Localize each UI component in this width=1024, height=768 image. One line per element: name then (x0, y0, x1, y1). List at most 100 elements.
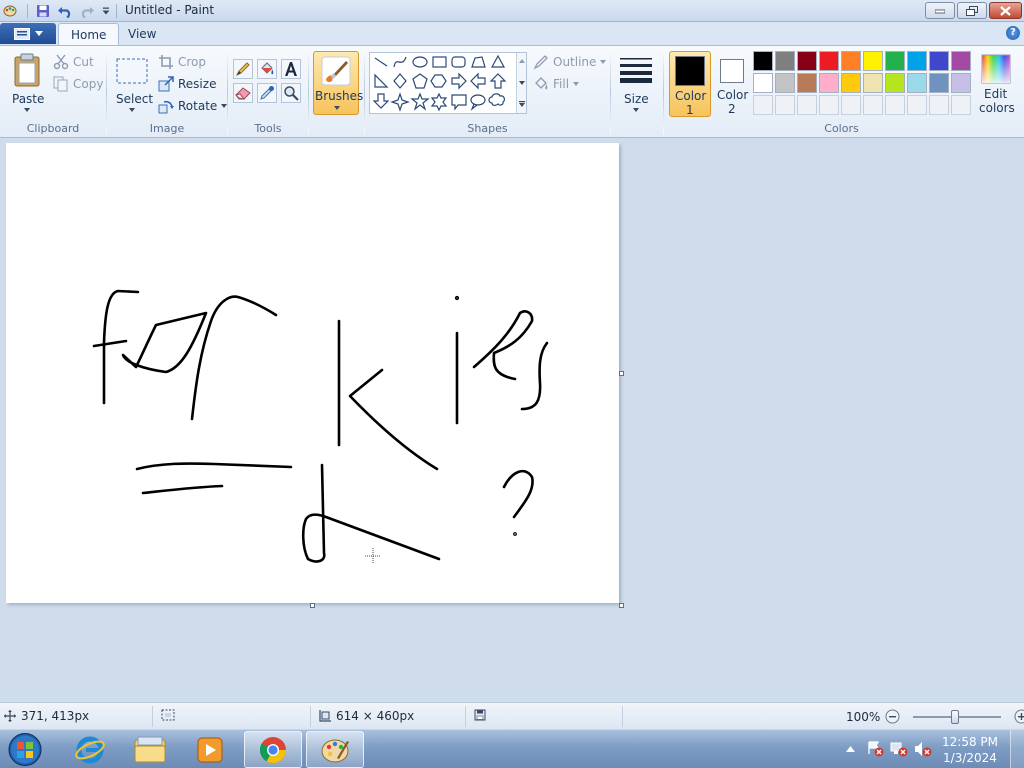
zoom-in-icon[interactable] (1014, 709, 1024, 724)
cloud-callout-shape[interactable] (488, 93, 506, 106)
custom-color-slot[interactable] (775, 95, 795, 115)
zoom-slider[interactable] (913, 709, 1002, 724)
curve-shape[interactable] (393, 56, 407, 68)
redo-icon[interactable] (79, 3, 95, 19)
up-arrow-shape[interactable] (489, 73, 507, 89)
tab-home[interactable]: Home (58, 23, 120, 46)
left-arrow-shape[interactable] (470, 72, 486, 90)
magnifier-tool[interactable] (281, 83, 301, 103)
custom-color-slot[interactable] (885, 95, 905, 115)
taskbar-media-player[interactable] (181, 731, 239, 768)
right-triangle-shape[interactable] (374, 73, 389, 88)
down-arrow-shape[interactable] (372, 93, 390, 109)
palette-swatch[interactable] (863, 73, 883, 93)
four-point-star-shape[interactable] (390, 92, 410, 112)
palette-swatch[interactable] (819, 51, 839, 71)
resize-handle-corner[interactable] (619, 603, 624, 608)
shapes-gallery-scrollbar[interactable] (516, 53, 526, 113)
action-center-alert-icon[interactable] (866, 741, 884, 757)
text-tool[interactable] (281, 59, 301, 79)
palette-swatch[interactable] (753, 51, 773, 71)
resize-handle-right[interactable] (619, 371, 624, 376)
close-button[interactable] (989, 2, 1022, 19)
polygon-shape[interactable] (471, 56, 486, 68)
custom-color-slot[interactable] (951, 95, 971, 115)
resize-handle-bottom[interactable] (310, 603, 315, 608)
palette-swatch[interactable] (841, 73, 861, 93)
start-button[interactable] (6, 731, 44, 768)
tab-view[interactable]: View (116, 23, 168, 46)
custom-color-slot[interactable] (819, 95, 839, 115)
custom-color-slot[interactable] (863, 95, 883, 115)
six-point-star-shape[interactable] (430, 92, 448, 112)
taskbar-file-explorer[interactable] (121, 731, 179, 768)
show-desktop-button[interactable] (1010, 730, 1024, 768)
edit-colors-button[interactable]: Edit colors (977, 50, 1015, 116)
drawing-canvas[interactable] (6, 143, 619, 603)
help-icon[interactable]: ? (1006, 26, 1020, 40)
outline-button[interactable]: Outline (533, 54, 607, 70)
pencil-tool[interactable] (233, 59, 253, 79)
rounded-callout-shape[interactable] (451, 94, 467, 111)
show-hidden-icons-icon[interactable] (846, 745, 855, 752)
custom-color-slot[interactable] (929, 95, 949, 115)
palette-swatch[interactable] (907, 51, 927, 71)
custom-color-slot[interactable] (841, 95, 861, 115)
fill-button[interactable]: Fill (533, 76, 580, 92)
diamond-shape[interactable] (393, 73, 407, 89)
hexagon-shape[interactable] (430, 74, 447, 88)
rounded-rectangle-shape[interactable] (451, 56, 466, 68)
palette-swatch[interactable] (907, 73, 927, 93)
paint-menu-button[interactable] (0, 23, 56, 44)
palette-swatch[interactable] (929, 73, 949, 93)
crop-button[interactable]: Crop (158, 54, 206, 70)
custom-color-slot[interactable] (753, 95, 773, 115)
triangle-shape[interactable] (490, 54, 506, 68)
rectangle-shape[interactable] (432, 56, 447, 68)
save-icon[interactable] (35, 3, 51, 19)
copy-button[interactable]: Copy (53, 76, 103, 92)
system-clock[interactable]: 12:58 PM 1/3/2024 (942, 734, 998, 766)
palette-swatch[interactable] (775, 51, 795, 71)
palette-swatch[interactable] (819, 73, 839, 93)
undo-icon[interactable] (57, 3, 73, 19)
eraser-tool[interactable] (233, 83, 253, 103)
volume-muted-icon[interactable] (914, 741, 932, 757)
taskbar-internet-explorer[interactable] (61, 731, 119, 768)
cut-button[interactable]: Cut (53, 54, 94, 70)
palette-swatch[interactable] (951, 51, 971, 71)
palette-swatch[interactable] (797, 73, 817, 93)
taskbar-paint[interactable] (306, 731, 364, 768)
custom-color-slot[interactable] (907, 95, 927, 115)
palette-swatch[interactable] (797, 51, 817, 71)
network-disconnected-icon[interactable] (890, 741, 908, 757)
size-button[interactable]: Size (615, 50, 657, 116)
resize-button[interactable]: Resize (158, 76, 216, 92)
palette-swatch[interactable] (885, 51, 905, 71)
fill-tool[interactable] (257, 59, 277, 79)
line-shape[interactable] (374, 57, 388, 67)
brushes-button[interactable]: Brushes (313, 51, 363, 115)
restore-button[interactable] (957, 2, 987, 19)
palette-swatch[interactable] (841, 51, 861, 71)
palette-swatch[interactable] (929, 51, 949, 71)
zoom-out-icon[interactable] (885, 709, 900, 724)
palette-swatch[interactable] (885, 73, 905, 93)
rotate-button[interactable]: Rotate (158, 98, 228, 114)
custom-color-slot[interactable] (797, 95, 817, 115)
color-picker-tool[interactable] (257, 83, 277, 103)
oval-shape[interactable] (412, 56, 428, 68)
color2-button[interactable]: Color 2 (713, 51, 751, 117)
zoom-slider-thumb[interactable] (951, 709, 960, 724)
select-button[interactable]: Select (112, 50, 153, 116)
taskbar-chrome[interactable] (244, 731, 302, 768)
palette-swatch[interactable] (775, 73, 795, 93)
palette-swatch[interactable] (863, 51, 883, 71)
palette-swatch[interactable] (753, 73, 773, 93)
five-point-star-shape[interactable] (410, 92, 430, 111)
color1-button[interactable]: Color 1 (669, 51, 711, 117)
paste-button[interactable]: Paste (8, 50, 46, 114)
minimize-button[interactable] (925, 2, 955, 19)
oval-callout-shape[interactable] (470, 94, 486, 111)
customize-qat-icon[interactable] (98, 3, 114, 19)
